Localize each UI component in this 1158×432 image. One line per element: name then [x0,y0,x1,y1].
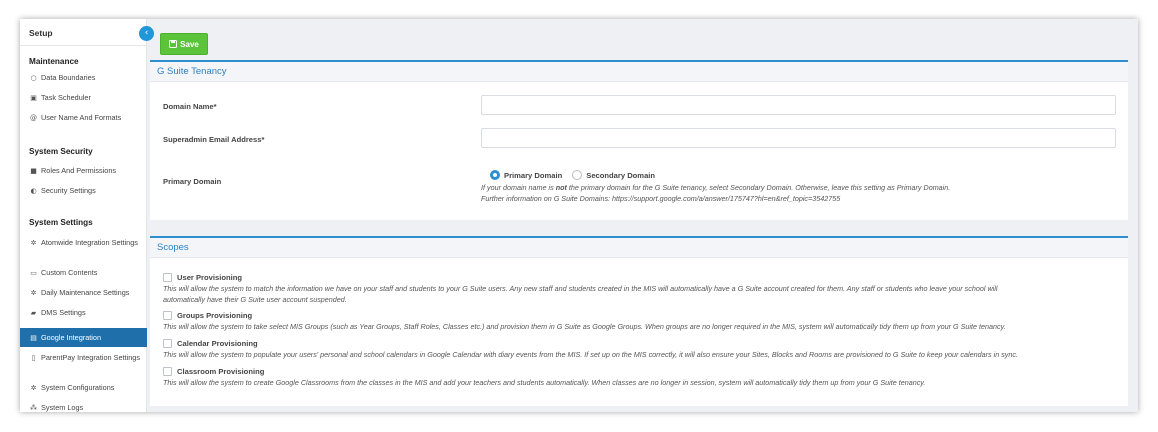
app-window: Setup Maintenance ○ Data Boundaries ▣ Ta… [20,19,1138,412]
primary-domain-info: Further information on G Suite Domains: … [481,194,841,203]
sidebar: Setup Maintenance ○ Data Boundaries ▣ Ta… [20,19,147,412]
sidebar-item-dms-settings[interactable]: ▰ DMS Settings [20,308,147,328]
scope-title: Classroom Provisioning [177,367,265,376]
sidebar-item-label: Security Settings [41,186,96,195]
sidebar-item-label: Google Integration [41,333,102,342]
scope-groups-provisioning: Groups Provisioning This will allow the … [163,310,1108,332]
sidebar-item-label: Custom Contents [41,268,98,277]
gear-icon: ✲ [30,239,37,247]
circle-icon: ○ [30,74,37,82]
sidebar-item-label: Atomwide Integration Settings [41,238,138,247]
scope-description: automatically have their G Suite user ac… [163,295,347,304]
sidebar-item-label: Data Boundaries [41,73,96,82]
groups-provisioning-checkbox[interactable] [163,311,172,320]
sidebar-item-data-boundaries[interactable]: ○ Data Boundaries [20,73,147,93]
scope-description: This will allow the system to create Goo… [163,378,926,387]
calendar-provisioning-checkbox[interactable] [163,339,172,348]
tenancy-panel: G Suite Tenancy Domain Name* Superadmin … [150,60,1128,220]
document-icon: ▯ [31,354,36,362]
calendar-icon: ▣ [30,94,37,102]
help-text-not: not [555,183,567,192]
gear-icon: ✲ [30,289,37,297]
domain-type-radio-group: Primary Domain Secondary Domain [490,170,655,180]
scope-calendar-provisioning: Calendar Provisioning This will allow th… [163,338,1108,360]
sidebar-item-label: User Name And Formats [41,113,122,122]
radio-secondary-label: Secondary Domain [586,170,656,180]
superadmin-email-input[interactable] [481,128,1116,148]
sidebar-item-security-settings[interactable]: ◐ Security Settings [20,186,147,206]
sidebar-item-system-logs[interactable]: ⁂ System Logs [20,403,147,412]
radio-primary-control[interactable] [490,170,500,180]
scope-description: This will allow the system to take selec… [163,322,1006,331]
scope-title: User Provisioning [177,273,242,282]
main-content: Save G Suite Tenancy Domain Name* Supera… [147,19,1138,412]
sidebar-item-google-integration[interactable]: ▤ Google Integration [20,328,147,347]
sidebar-section-system-settings: System Settings ✲ Atomwide Integration S… [20,217,147,412]
sidebar-item-daily-maintenance[interactable]: ✲ Daily Maintenance Settings [20,288,147,308]
domain-name-label: Domain Name* [163,102,217,111]
save-button[interactable]: Save [160,33,208,55]
save-label: Save [180,39,199,49]
sidebar-item-label: Roles And Permissions [41,166,117,175]
scope-description: This will allow the system to populate y… [163,350,1018,359]
sidebar-item-atomwide[interactable]: ✲ Atomwide Integration Settings [20,238,147,268]
radio-primary-label: Primary Domain [504,170,563,180]
section-title: System Settings [29,218,93,227]
section-title: System Security [29,147,93,156]
scope-user-provisioning: User Provisioning This will allow the sy… [163,272,1108,305]
radio-secondary-control[interactable] [572,170,583,180]
scopes-panel-title: Scopes [150,238,1128,258]
sidebar-section-system-security: System Security ■ Roles And Permissions … [20,146,147,206]
scope-title: Groups Provisioning [177,311,253,320]
primary-domain-label: Primary Domain [163,177,222,186]
classroom-provisioning-checkbox[interactable] [163,367,172,376]
folder-icon: ▰ [30,309,37,317]
sidebar-item-label: Daily Maintenance Settings [41,288,130,297]
primary-domain-help: If your domain name is not the primary d… [481,183,950,192]
sitemap-icon: ⁂ [30,404,37,412]
scope-title: Calendar Provisioning [177,339,258,348]
save-icon [169,40,178,48]
scope-description: This will allow the system to match the … [163,284,998,293]
sidebar-item-label: System Logs [41,403,84,412]
tenancy-panel-title: G Suite Tenancy [150,62,1128,82]
sidebar-item-task-scheduler[interactable]: ▣ Task Scheduler [20,93,147,113]
sidebar-title: Setup [20,19,146,46]
shield-icon: ◐ [30,187,37,195]
sidebar-section-maintenance: Maintenance ○ Data Boundaries ▣ Task Sch… [20,56,147,133]
help-text-pre: If your domain name is [481,183,556,192]
sidebar-item-label: ParentPay Integration Settings [41,353,140,362]
sidebar-item-custom-contents[interactable]: ▭ Custom Contents [20,268,147,288]
radio-secondary-domain[interactable]: Secondary Domain [572,170,655,180]
help-text-post: the primary domain for the G Suite tenan… [566,183,951,192]
card-icon: ▤ [30,334,37,342]
sidebar-item-label: System Configurations [41,383,115,392]
sidebar-item-parentpay[interactable]: ▯ ParentPay Integration Settings [20,353,147,383]
sidebar-item-user-name-formats[interactable]: @ User Name And Formats [20,113,147,133]
superadmin-email-label: Superadmin Email Address* [163,135,265,144]
radio-primary-domain[interactable]: Primary Domain [490,170,562,180]
user-provisioning-checkbox[interactable] [163,273,172,282]
sidebar-item-label: Task Scheduler [41,93,91,102]
sidebar-item-system-configurations[interactable]: ✲ System Configurations [20,383,147,403]
keyboard-icon: ▭ [30,269,37,277]
gear-icon: ✲ [30,384,37,392]
section-title: Maintenance [29,57,79,66]
sidebar-item-roles-permissions[interactable]: ■ Roles And Permissions [20,166,147,186]
scopes-panel: Scopes User Provisioning This will allow… [150,236,1128,406]
collapse-sidebar-button[interactable]: ‹ [139,26,154,41]
lock-icon: ■ [30,167,37,175]
at-icon: @ [30,114,37,122]
domain-name-input[interactable] [481,95,1116,115]
scope-classroom-provisioning: Classroom Provisioning This will allow t… [163,366,1108,388]
sidebar-item-label: DMS Settings [41,308,86,317]
